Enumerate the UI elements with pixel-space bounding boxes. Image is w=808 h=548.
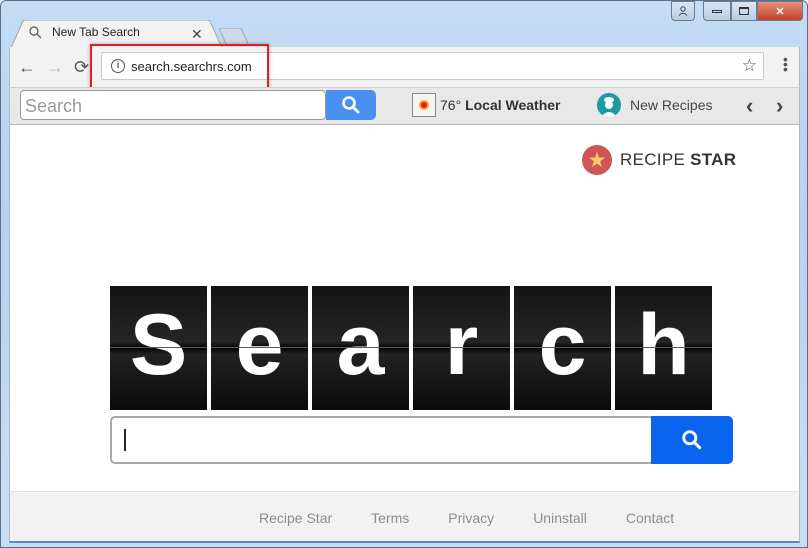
toolbar-search-button[interactable]	[326, 90, 376, 120]
window-close-button[interactable]: ✕	[757, 1, 803, 21]
footer-link-terms[interactable]: Terms	[371, 510, 409, 526]
flap-letter: c	[514, 286, 611, 410]
scroll-right-button[interactable]: ›	[776, 93, 783, 119]
main-search-button[interactable]	[651, 416, 733, 464]
page-footer: Recipe Star Terms Privacy Uninstall Cont…	[9, 491, 800, 543]
brand-suffix: STAR	[690, 150, 737, 169]
search-icon	[29, 25, 42, 38]
text-caret	[124, 429, 126, 451]
window-controls: ✕	[671, 1, 803, 21]
maximize-icon	[739, 7, 749, 15]
profile-button[interactable]	[671, 1, 695, 21]
footer-link-contact[interactable]: Contact	[626, 510, 674, 526]
brand-name: RECIPE STAR	[620, 150, 736, 170]
flap-letter: h	[615, 286, 712, 410]
weather-widget[interactable]	[412, 93, 436, 117]
user-icon	[678, 6, 688, 16]
more-vert-icon: • • •	[783, 51, 788, 77]
minimize-icon	[712, 9, 722, 13]
forward-button[interactable]: →	[46, 57, 64, 78]
search-icon	[342, 96, 360, 114]
reload-button[interactable]: ⟳	[74, 57, 89, 78]
maximize-button[interactable]	[731, 1, 757, 21]
scroll-left-button[interactable]: ‹	[746, 93, 753, 119]
brand-logo[interactable]: ★ RECIPE STAR	[582, 145, 736, 175]
brand-prefix: RECIPE	[620, 150, 691, 169]
browser-window: New Tab Search ✕ ✕ ← → ⟳ i search.search…	[0, 0, 808, 548]
search-icon	[682, 430, 702, 450]
title-bar: New Tab Search ✕ ✕	[1, 1, 807, 48]
flap-letter: r	[413, 286, 510, 410]
flap-letter: a	[312, 286, 409, 410]
tab-close-button[interactable]: ✕	[191, 26, 203, 43]
extension-toolbar: Search 76° Local Weather New Recipes ‹ ›	[9, 87, 800, 125]
bookmark-star-icon[interactable]: ☆	[742, 56, 757, 76]
toolbar-search-placeholder: Search	[25, 96, 83, 116]
menu-button[interactable]: • • •	[783, 52, 788, 76]
new-recipes-link[interactable]: New Recipes	[630, 97, 712, 113]
close-icon: ✕	[775, 5, 785, 18]
weather-label: Local Weather	[465, 97, 561, 113]
chef-icon[interactable]	[597, 93, 621, 117]
tab-title: New Tab Search	[52, 25, 140, 39]
footer-link-uninstall[interactable]: Uninstall	[533, 510, 587, 526]
back-button[interactable]: ←	[18, 57, 36, 78]
star-icon: ★	[582, 145, 612, 175]
toolbar-search-input[interactable]: Search	[20, 90, 326, 120]
sun-icon	[421, 102, 427, 108]
page-content: ★ RECIPE STAR S e a r c h	[9, 125, 800, 491]
main-search-input[interactable]	[110, 416, 651, 464]
flap-letter: S	[110, 286, 207, 410]
weather-temperature: 76°	[440, 97, 462, 113]
search-hero-title: S e a r c h	[110, 286, 712, 410]
footer-link-recipe-star[interactable]: Recipe Star	[259, 510, 332, 526]
minimize-button[interactable]	[703, 1, 731, 21]
footer-link-privacy[interactable]: Privacy	[448, 510, 494, 526]
flap-letter: e	[211, 286, 308, 410]
weather-link[interactable]: 76° Local Weather	[440, 97, 561, 113]
